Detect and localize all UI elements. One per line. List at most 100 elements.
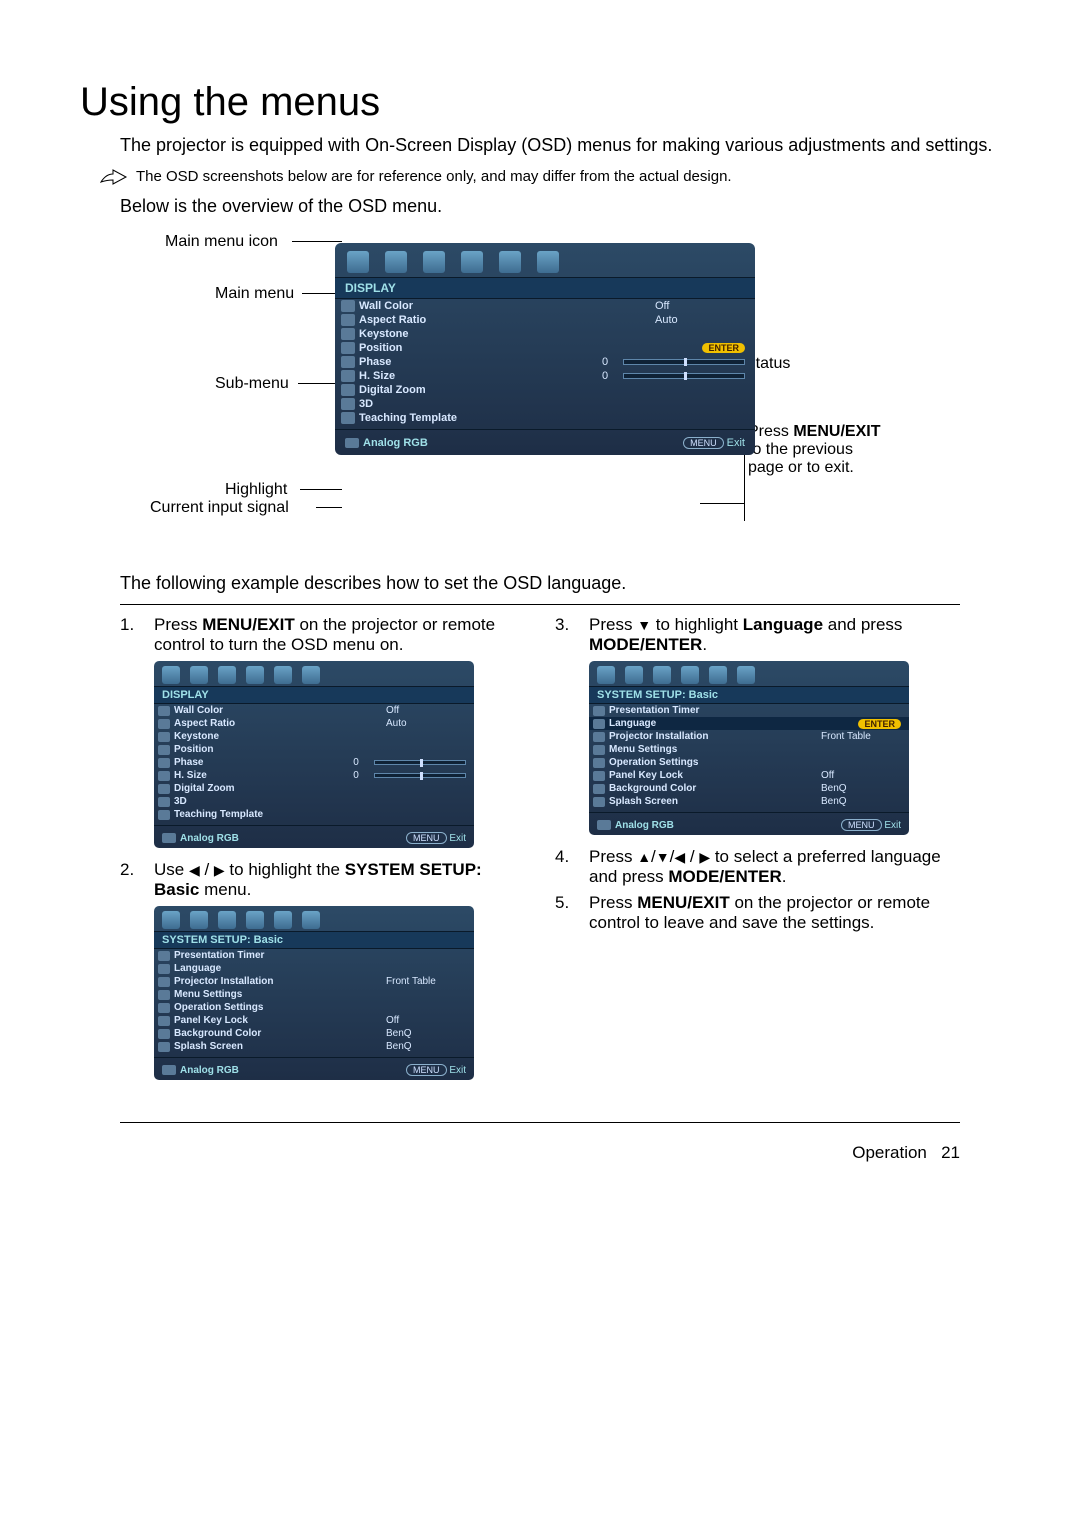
tab-icon[interactable] xyxy=(625,666,643,684)
row-label: Splash Screen xyxy=(174,1041,378,1052)
osd-row[interactable]: Language xyxy=(154,962,474,975)
osd-row[interactable]: H. Size0 xyxy=(335,369,755,383)
callout-highlight: Highlight xyxy=(225,481,287,499)
osd-row[interactable]: Operation Settings xyxy=(154,1001,474,1014)
row-icon xyxy=(341,314,355,326)
slider[interactable] xyxy=(374,760,466,765)
menu-pill[interactable]: MENU xyxy=(683,437,724,449)
input-icon xyxy=(345,438,359,448)
tab-icon[interactable] xyxy=(246,666,264,684)
osd-row[interactable]: Operation Settings xyxy=(589,756,909,769)
row-label: Presentation Timer xyxy=(609,705,901,716)
tab-icon[interactable] xyxy=(218,911,236,929)
osd-row[interactable]: Teaching Template xyxy=(335,411,755,425)
osd-row[interactable]: Aspect RatioAuto xyxy=(335,313,755,327)
osd-row[interactable]: PositionENTER xyxy=(335,341,755,355)
osd-row[interactable]: Background ColorBenQ xyxy=(154,1027,474,1040)
tab-icon[interactable] xyxy=(274,911,292,929)
tab-icon[interactable] xyxy=(246,911,264,929)
row-label: Digital Zoom xyxy=(359,384,745,396)
osd-row[interactable]: 3D xyxy=(335,397,755,411)
row-label: 3D xyxy=(174,796,466,807)
osd-row[interactable]: Wall ColorOff xyxy=(154,704,474,717)
tab-icon[interactable] xyxy=(423,251,445,273)
row-icon xyxy=(593,758,605,768)
osd-row[interactable]: Phase0 xyxy=(335,355,755,369)
tab-icon[interactable] xyxy=(653,666,671,684)
tab-icon[interactable] xyxy=(737,666,755,684)
osd-row[interactable]: Phase0 xyxy=(154,756,474,769)
row-value: Front Table xyxy=(821,731,901,742)
row-icon xyxy=(158,810,170,820)
osd-row[interactable]: Panel Key LockOff xyxy=(154,1014,474,1027)
osd-row[interactable]: Panel Key LockOff xyxy=(589,769,909,782)
tab-icon[interactable] xyxy=(218,666,236,684)
osd-row[interactable]: Keystone xyxy=(335,327,755,341)
osd-row[interactable]: Projector InstallationFront Table xyxy=(154,975,474,988)
osd-row[interactable]: Background ColorBenQ xyxy=(589,782,909,795)
osd-row[interactable]: Menu Settings xyxy=(154,988,474,1001)
tab-icon[interactable] xyxy=(190,911,208,929)
row-label: Projector Installation xyxy=(609,731,813,742)
tab-icon[interactable] xyxy=(302,911,320,929)
row-icon xyxy=(593,771,605,781)
input-icon xyxy=(597,820,611,830)
osd-row[interactable]: Keystone xyxy=(154,730,474,743)
menu-pill[interactable]: MENU xyxy=(406,1064,447,1076)
osd-row[interactable]: 3D xyxy=(154,795,474,808)
step-4: 4. Press ▲/▼/◀ / ▶ to select a preferred… xyxy=(555,847,960,887)
osd-tabs xyxy=(335,243,755,277)
menu-pill[interactable]: MENU xyxy=(406,832,447,844)
row-icon xyxy=(341,412,355,424)
menu-pill[interactable]: MENU xyxy=(841,819,882,831)
osd-row[interactable]: H. Size0 xyxy=(154,769,474,782)
tab-icon[interactable] xyxy=(597,666,615,684)
osd-row[interactable]: Presentation Timer xyxy=(589,704,909,717)
tab-icon[interactable] xyxy=(347,251,369,273)
osd-row[interactable]: Splash Screen BenQ xyxy=(154,1040,474,1053)
osd-row[interactable]: LanguageENTER xyxy=(589,717,909,730)
enter-badge[interactable]: ENTER xyxy=(858,719,901,729)
osd-row[interactable]: Wall ColorOff xyxy=(335,299,755,313)
osd-row[interactable]: Teaching Template xyxy=(154,808,474,821)
slider[interactable] xyxy=(623,359,745,365)
tab-icon[interactable] xyxy=(681,666,699,684)
tab-icon[interactable] xyxy=(162,666,180,684)
row-icon xyxy=(341,300,355,312)
input-icon xyxy=(162,1065,176,1075)
row-label: H. Size xyxy=(174,770,338,781)
tab-icon[interactable] xyxy=(499,251,521,273)
tab-icon[interactable] xyxy=(537,251,559,273)
osd-row[interactable]: Menu Settings xyxy=(589,743,909,756)
osd-row[interactable]: Splash ScreenBenQ xyxy=(589,795,909,808)
osd-row[interactable]: Presentation Timer xyxy=(154,949,474,962)
row-icon xyxy=(158,990,170,1000)
row-icon xyxy=(593,732,605,742)
tab-icon[interactable] xyxy=(461,251,483,273)
row-label: Aspect Ratio xyxy=(174,718,378,729)
tab-icon[interactable] xyxy=(274,666,292,684)
osd-row[interactable]: Aspect RatioAuto xyxy=(154,717,474,730)
osd-row[interactable]: Digital Zoom xyxy=(154,782,474,795)
osd-row[interactable]: Projector Installation Front Table xyxy=(589,730,909,743)
tab-icon[interactable] xyxy=(385,251,407,273)
row-label: Keystone xyxy=(174,731,466,742)
row-icon xyxy=(158,964,170,974)
tab-icon[interactable] xyxy=(302,666,320,684)
osd-step1: DISPLAY Wall ColorOffAspect RatioAutoKey… xyxy=(154,661,474,848)
footer-exit[interactable]: Exit xyxy=(727,437,745,449)
slider[interactable] xyxy=(374,773,466,778)
osd-title: SYSTEM SETUP: Basic xyxy=(589,686,909,704)
tab-icon[interactable] xyxy=(709,666,727,684)
callout-press-menu-exit: Press MENU/EXIT to the previous page or … xyxy=(748,423,888,477)
tab-icon[interactable] xyxy=(190,666,208,684)
osd-row[interactable]: Digital Zoom xyxy=(335,383,755,397)
enter-badge[interactable]: ENTER xyxy=(702,343,745,353)
overview-text: Below is the overview of the OSD menu. xyxy=(120,196,1000,217)
row-value: BenQ xyxy=(386,1041,466,1052)
row-icon xyxy=(341,370,355,382)
row-icon xyxy=(341,328,355,340)
osd-row[interactable]: Position xyxy=(154,743,474,756)
tab-icon[interactable] xyxy=(162,911,180,929)
slider[interactable] xyxy=(623,373,745,379)
